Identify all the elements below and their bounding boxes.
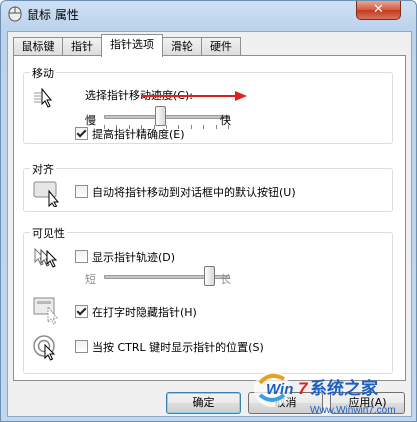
watermark-brand-win: Win xyxy=(266,381,293,398)
snap-to-icon xyxy=(33,181,60,207)
trails-short-label: 短 xyxy=(85,273,96,286)
speed-slider-thumb[interactable] xyxy=(154,106,166,126)
tab-pointer-options[interactable]: 指针选项 xyxy=(101,34,163,57)
snap-label[interactable]: 自动将指针移动到对话框中的默认按钮(U) xyxy=(92,184,296,200)
watermark-url: Www.Winwin7.com xyxy=(310,405,396,416)
title-bar[interactable]: 鼠标 属性 ✕ xyxy=(1,1,416,27)
red-arrow-annotation xyxy=(141,91,247,101)
close-button[interactable]: ✕ xyxy=(356,1,401,20)
motion-group: 移动 选择指针移动速度(C): 慢 快 提高指针精确度(E) xyxy=(23,65,393,144)
tab-buttons[interactable]: 鼠标键 xyxy=(13,37,63,56)
speed-fast-label: 快 xyxy=(220,114,231,127)
watermark-brand-7: 7 xyxy=(298,379,309,398)
ok-button[interactable]: 确定 xyxy=(166,392,241,414)
slider-tick xyxy=(190,125,192,129)
tab-pointers[interactable]: 指针 xyxy=(62,37,102,56)
trails-checkbox[interactable] xyxy=(75,250,88,263)
slider-tick xyxy=(215,125,217,129)
trails-long-label: 长 xyxy=(220,273,231,286)
hide-while-typing-checkbox[interactable] xyxy=(75,305,88,318)
visibility-group-title: 可见性 xyxy=(30,225,67,241)
hide-pointer-icon xyxy=(33,297,59,325)
visibility-group: 可见性 显示指针轨迹(D) 短 长 在打字时隐藏指针(H) 当按 CTRL 键时… xyxy=(23,225,393,374)
snap-checkbox[interactable] xyxy=(75,185,88,198)
pointer-speed-icon xyxy=(34,87,53,108)
precision-label[interactable]: 提高指针精确度(E) xyxy=(92,126,185,142)
ctrl-locate-checkbox[interactable] xyxy=(75,340,88,353)
speed-slider-track[interactable] xyxy=(104,115,230,119)
win7-watermark: Win 7 系统之家 Www.Winwin7.com xyxy=(250,365,416,421)
snap-group: 对齐 自动将指针移动到对话框中的默认按钮(U) xyxy=(23,161,393,212)
ctrl-locate-label[interactable]: 当按 CTRL 键时显示指针的位置(S) xyxy=(92,339,264,355)
precision-checkbox[interactable] xyxy=(75,127,88,140)
dialog-client: 鼠标键 指针 指针选项 滑轮 硬件 移动 选择指针移动速度(C): 慢 快 提高… xyxy=(7,31,412,417)
close-icon: ✕ xyxy=(373,2,384,17)
watermark-logo: Win 7 系统之家 Www.Winwin7.com xyxy=(254,371,396,416)
slider-tick xyxy=(203,125,205,129)
watermark-brand-cn: 系统之家 xyxy=(310,378,378,399)
motion-group-title: 移动 xyxy=(30,65,56,81)
hide-while-typing-label[interactable]: 在打字时隐藏指针(H) xyxy=(92,304,197,320)
tab-hardware[interactable]: 硬件 xyxy=(201,37,241,56)
mouse-icon xyxy=(8,6,22,22)
mouse-properties-window: 鼠标 属性 ✕ 鼠标键 指针 指针选项 滑轮 硬件 移动 选择指针移动速度(C)… xyxy=(0,0,417,422)
window-title: 鼠标 属性 xyxy=(27,8,79,22)
trails-slider-thumb xyxy=(204,266,216,286)
trails-label[interactable]: 显示指针轨迹(D) xyxy=(92,249,175,265)
ctrl-locate-icon xyxy=(33,335,56,361)
pointer-options-panel: 移动 选择指针移动速度(C): 慢 快 提高指针精确度(E) 对齐 自动将指针移… xyxy=(13,55,406,381)
tab-wheel[interactable]: 滑轮 xyxy=(162,37,202,56)
pointer-trails-icon xyxy=(34,247,58,268)
snap-group-title: 对齐 xyxy=(30,161,56,177)
